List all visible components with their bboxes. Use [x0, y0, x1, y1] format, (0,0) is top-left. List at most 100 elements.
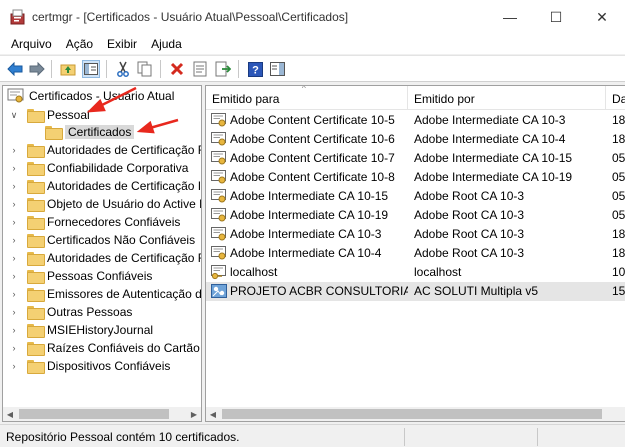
- table-row[interactable]: Adobe Intermediate CA 10-19 Adobe Root CA…: [206, 206, 625, 225]
- up-folder-icon: [60, 64, 76, 76]
- properties-button[interactable]: [191, 60, 209, 78]
- delete-button[interactable]: [168, 60, 186, 78]
- folder-icon: [27, 342, 45, 356]
- menu-bar: Arquivo Ação Exibir Ajuda: [0, 34, 625, 54]
- tree-item[interactable]: › Certificados Não Confiáveis: [7, 231, 195, 249]
- menu-acao[interactable]: Ação: [59, 34, 100, 54]
- folder-icon: [27, 198, 45, 212]
- folder-icon: [27, 109, 45, 123]
- export-icon: [215, 61, 231, 77]
- tree-item-label: Confiabilidade Corporativa: [47, 161, 189, 175]
- table-row[interactable]: Adobe Content Certificate 10-8 Adobe Inte…: [206, 168, 625, 187]
- minimize-button[interactable]: —: [487, 0, 533, 34]
- table-row[interactable]: PROJETO ACBR CONSULTORIA ... AC SOLUTI Mu…: [206, 282, 625, 301]
- scroll-left-icon[interactable]: ◀: [206, 407, 220, 421]
- scroll-thumb[interactable]: [19, 409, 169, 419]
- expand-icon[interactable]: ›: [7, 231, 21, 249]
- tree-item-label: Autoridades de Certificação Raiz Confiáv…: [47, 143, 201, 157]
- expand-icon[interactable]: ›: [7, 339, 21, 357]
- expand-icon[interactable]: ›: [7, 177, 21, 195]
- table-row[interactable]: Adobe Intermediate CA 10-4 Adobe Root CA …: [206, 244, 625, 263]
- certificate-icon: [211, 208, 226, 222]
- copy-button[interactable]: [136, 60, 154, 78]
- tree-item-pessoal[interactable]: ∨ Pessoal: [7, 106, 90, 124]
- up-folder-button[interactable]: [59, 60, 77, 78]
- tree-item[interactable]: › Outras Pessoas: [7, 303, 132, 321]
- folder-icon: [27, 162, 45, 176]
- scroll-right-icon[interactable]: ▶: [187, 407, 201, 421]
- expand-icon[interactable]: ›: [7, 357, 21, 375]
- cell-emitido-para: Adobe Content Certificate 10-7: [230, 151, 395, 165]
- expand-icon[interactable]: ›: [7, 195, 21, 213]
- tree-item[interactable]: › Objeto de Usuário do Active Directory: [7, 195, 201, 213]
- tree-item-certificados[interactable]: Certificados: [45, 123, 135, 141]
- tree-item[interactable]: › Pessoas Confiáveis: [7, 267, 152, 285]
- tree-item[interactable]: › Confiabilidade Corporativa: [7, 159, 188, 177]
- cell-data-validade: 18: [612, 246, 625, 260]
- certificate-store-icon: [7, 88, 24, 103]
- expand-icon[interactable]: ›: [7, 267, 21, 285]
- cell-data-validade: 05: [612, 170, 625, 184]
- show-hide-tree-button[interactable]: [82, 60, 100, 78]
- tree-item-label: Fornecedores Confiáveis: [47, 215, 181, 229]
- tree-root[interactable]: Certificados - Usuário Atual: [7, 87, 174, 105]
- back-button[interactable]: [6, 60, 24, 78]
- expand-icon[interactable]: ›: [7, 213, 21, 231]
- menu-arquivo[interactable]: Arquivo: [0, 34, 59, 54]
- table-row[interactable]: Adobe Content Certificate 10-5 Adobe Inte…: [206, 111, 625, 130]
- tree-item[interactable]: › Raízes Confiáveis do Cartão Inteligente: [7, 339, 201, 357]
- table-row[interactable]: Adobe Intermediate CA 10-15 Adobe Root CA…: [206, 187, 625, 206]
- cut-button[interactable]: [114, 60, 132, 78]
- tree-item[interactable]: › Autoridades de Certificação Raiz Confiá…: [7, 141, 201, 159]
- folder-icon: [27, 324, 45, 338]
- certificate-list-pane[interactable]: ^ Emitido para Emitido por Data de Valid…: [205, 85, 625, 422]
- help-button[interactable]: ?: [246, 60, 264, 78]
- table-row[interactable]: Adobe Content Certificate 10-6 Adobe Inte…: [206, 130, 625, 149]
- list-hscrollbar[interactable]: ◀: [206, 407, 625, 421]
- toolbar: ?: [0, 55, 625, 82]
- cell-emitido-para: localhost: [230, 265, 278, 279]
- column-header-data-validade[interactable]: Data de Validade: [606, 86, 625, 110]
- forward-button[interactable]: [28, 60, 46, 78]
- tree-item[interactable]: › MSIEHistoryJournal: [7, 321, 153, 339]
- collapse-icon[interactable]: ∨: [7, 106, 21, 124]
- status-bar: Repositório Pessoal contém 10 certificad…: [0, 424, 625, 447]
- expand-icon[interactable]: ›: [7, 303, 21, 321]
- table-row[interactable]: localhost localhost 10: [206, 263, 625, 282]
- status-text: Repositório Pessoal contém 10 certificad…: [6, 430, 240, 444]
- folder-icon: [27, 288, 45, 302]
- menu-ajuda[interactable]: Ajuda: [144, 34, 189, 54]
- expand-icon[interactable]: ›: [7, 285, 21, 303]
- expand-icon[interactable]: ›: [7, 141, 21, 159]
- tree-item[interactable]: › Dispositivos Confiáveis: [7, 357, 170, 375]
- tree-hscrollbar[interactable]: ◀ ▶: [3, 407, 201, 421]
- menu-exibir[interactable]: Exibir: [100, 34, 144, 54]
- maximize-button[interactable]: ☐: [533, 0, 579, 34]
- tree-item-label: Autoridades de Certificação Raiz de Terc…: [47, 251, 201, 265]
- scroll-left-icon[interactable]: ◀: [3, 407, 17, 421]
- tree-item[interactable]: › Autoridades de Certificação Intermediár…: [7, 177, 201, 195]
- scroll-thumb[interactable]: [222, 409, 602, 419]
- tree-item[interactable]: › Emissores de Autenticação de Cliente: [7, 285, 201, 303]
- tree-item[interactable]: › Autoridades de Certificação Raiz de Ter…: [7, 249, 201, 267]
- tree-item-label: Objeto de Usuário do Active Directory: [47, 197, 201, 211]
- tree-item[interactable]: › Fornecedores Confiáveis: [7, 213, 180, 231]
- expand-icon[interactable]: ›: [7, 321, 21, 339]
- tree-pane[interactable]: Certificados - Usuário Atual ∨ Pessoal C…: [2, 85, 202, 422]
- column-header-emitido-por[interactable]: Emitido por: [408, 86, 606, 110]
- table-row[interactable]: Adobe Intermediate CA 10-3 Adobe Root CA …: [206, 225, 625, 244]
- cell-emitido-para: Adobe Intermediate CA 10-4: [230, 246, 382, 260]
- column-header-emitido-para[interactable]: Emitido para: [206, 86, 408, 110]
- help-icon: ?: [247, 61, 263, 77]
- table-row[interactable]: Adobe Content Certificate 10-7 Adobe Inte…: [206, 149, 625, 168]
- cell-emitido-para: Adobe Content Certificate 10-8: [230, 170, 395, 184]
- expand-icon[interactable]: ›: [7, 159, 21, 177]
- certificate-smartcard-icon: [211, 284, 227, 298]
- pane-button[interactable]: [268, 60, 286, 78]
- certificate-icon: [211, 170, 226, 184]
- export-button[interactable]: [214, 60, 232, 78]
- expand-icon[interactable]: ›: [7, 249, 21, 267]
- cell-emitido-por: Adobe Intermediate CA 10-3: [414, 113, 566, 127]
- close-button[interactable]: ✕: [579, 0, 625, 34]
- copy-icon: [137, 61, 152, 77]
